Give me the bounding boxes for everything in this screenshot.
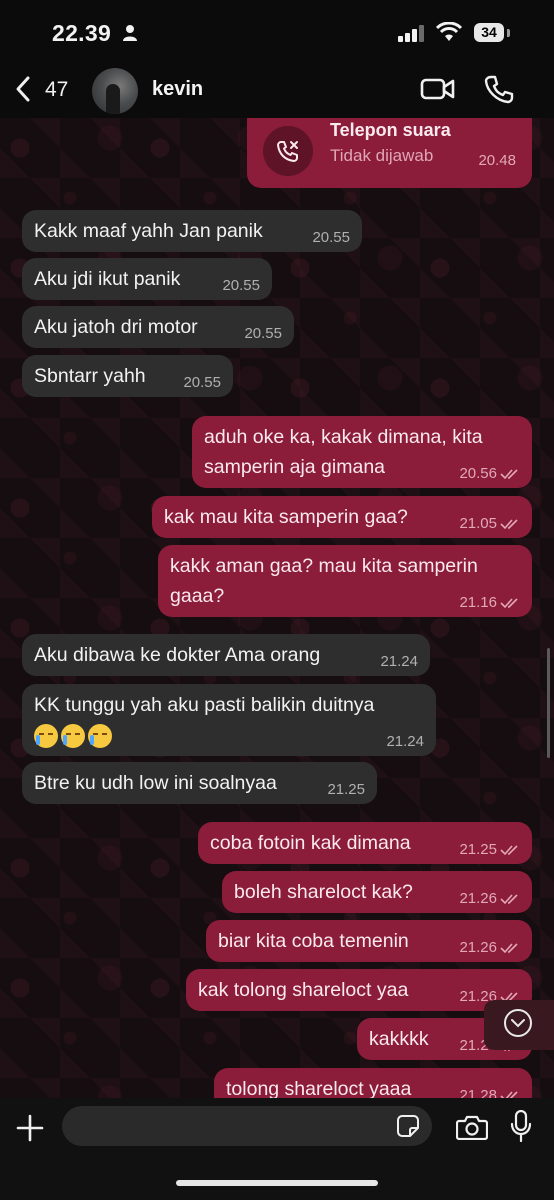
composer-bar (0, 1098, 554, 1200)
double-check-icon (500, 469, 518, 480)
message-time: 20.55 (222, 277, 260, 294)
double-check-icon (500, 845, 518, 856)
battery-cap (507, 29, 510, 37)
voice-call-icon[interactable] (484, 74, 514, 104)
avatar[interactable] (92, 68, 138, 114)
message-incoming[interactable]: Kakk maaf yahh Jan panik 20.55 (22, 210, 362, 252)
message-time: 20.55 (312, 229, 350, 246)
scroll-down-button[interactable] (484, 1000, 554, 1050)
scroll-down-icon (504, 1009, 532, 1037)
crying-face-icon (61, 723, 85, 748)
contact-name[interactable]: kevin (152, 78, 203, 101)
message-outgoing[interactable]: kak tolong shareloct yaa 21.26 (186, 969, 532, 1011)
message-outgoing[interactable]: kakk aman gaa? mau kita samperin gaaa? 2… (158, 545, 532, 617)
message-time: 21.24 (380, 653, 418, 670)
chat-header: 47 kevin (0, 60, 554, 118)
emoji-row (34, 720, 424, 750)
crying-face-icon (88, 723, 112, 748)
message-text: Kakk maaf yahh Jan panik (34, 220, 263, 242)
message-outgoing[interactable]: boleh shareloct kak? 21.26 (222, 871, 532, 913)
signal-icon (398, 25, 424, 42)
message-text: Btre ku udh low ini soalnyaa (34, 772, 277, 794)
message-time: 20.56 (459, 465, 497, 482)
message-time: 21.16 (459, 594, 497, 611)
mic-icon[interactable] (510, 1110, 532, 1142)
phone-missed-icon (277, 141, 298, 162)
status-bar: 22.39 34 (0, 0, 554, 60)
double-check-icon (500, 943, 518, 954)
person-icon (123, 25, 137, 41)
message-outgoing[interactable]: kak mau kita samperin gaa? 21.05 (152, 496, 532, 538)
message-outgoing[interactable]: tolong shareloct yaaa 21.28 (214, 1068, 532, 1098)
call-title: Telepon suara (330, 120, 451, 140)
missed-call-bubble[interactable]: Telepon suara Tidak dijawab 20.48 (247, 118, 532, 188)
message-incoming[interactable]: Aku jatoh dri motor 20.55 (22, 306, 294, 348)
message-time: 20.55 (244, 325, 282, 342)
message-time: 21.25 (327, 781, 365, 798)
message-incoming[interactable]: Aku jdi ikut panik 20.55 (22, 258, 272, 300)
call-circle (263, 126, 313, 176)
message-time: 20.55 (183, 374, 221, 391)
message-incoming[interactable]: Aku dibawa ke dokter Ama orang 21.24 (22, 634, 430, 676)
battery-icon: 34 (474, 23, 504, 42)
message-outgoing[interactable]: coba fotoin kak dimana 21.25 (198, 822, 532, 864)
message-incoming[interactable]: Sbntarr yahh 20.55 (22, 355, 233, 397)
camera-icon[interactable] (456, 1114, 488, 1140)
message-time: 21.24 (386, 733, 424, 750)
unread-count[interactable]: 47 (45, 78, 68, 102)
wifi-icon (436, 22, 462, 41)
status-time: 22.39 (52, 20, 112, 46)
message-outgoing[interactable]: biar kita coba temenin 21.26 (206, 920, 532, 962)
message-incoming[interactable]: Btre ku udh low ini soalnyaa 21.25 (22, 762, 377, 804)
sticker-icon[interactable] (396, 1114, 420, 1138)
plus-icon[interactable] (16, 1114, 44, 1142)
message-outgoing[interactable]: aduh oke ka, kakak dimana, kita samperin… (192, 416, 532, 488)
call-time: 20.48 (478, 152, 516, 169)
message-time: 21.28 (459, 1087, 497, 1099)
double-check-icon (500, 1091, 518, 1098)
video-call-icon[interactable] (420, 75, 456, 103)
message-time: 21.25 (459, 841, 497, 858)
crying-face-icon (34, 723, 58, 748)
message-time: 21.05 (459, 515, 497, 532)
scrollbar[interactable] (547, 648, 550, 758)
back-chevron-icon[interactable] (12, 74, 36, 104)
message-text: Aku dibawa ke dokter Ama orang (34, 644, 321, 666)
double-check-icon (500, 598, 518, 609)
double-check-icon (500, 519, 518, 530)
home-indicator[interactable] (176, 1180, 378, 1186)
message-incoming[interactable]: KK tunggu yah aku pasti balikin duitnya … (22, 684, 436, 756)
message-input[interactable] (62, 1106, 432, 1146)
chat-area[interactable]: Telepon suara Tidak dijawab 20.48 Kakk m… (0, 118, 554, 1098)
message-text: KK tunggu yah aku pasti balikin duitnya (34, 694, 375, 716)
call-status: Tidak dijawab (330, 146, 434, 165)
double-check-icon (500, 894, 518, 905)
message-time: 21.26 (459, 939, 497, 956)
message-time: 21.26 (459, 890, 497, 907)
